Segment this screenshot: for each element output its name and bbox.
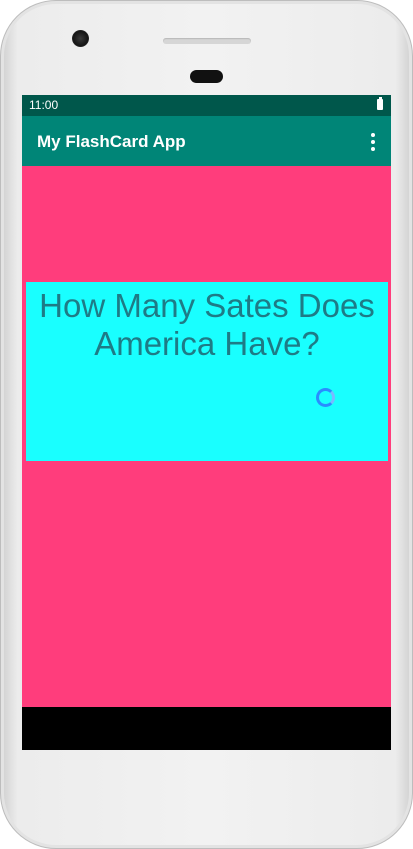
- battery-full-icon: [377, 97, 383, 110]
- status-time: 11:00: [29, 98, 59, 112]
- device-screen: 11:00 My FlashCard App How Many Sates Do…: [22, 95, 391, 750]
- loading-spinner-icon: [316, 388, 335, 407]
- flashcard-question: How Many Sates Does America Have?: [39, 287, 375, 362]
- earpiece: [190, 70, 223, 83]
- main-content: How Many Sates Does America Have?: [22, 166, 391, 750]
- app-title: My FlashCard App: [37, 132, 186, 151]
- app-bar: My FlashCard App: [22, 116, 391, 166]
- more-vert-icon[interactable]: [369, 133, 377, 151]
- phone-frame: 11:00 My FlashCard App How Many Sates Do…: [0, 0, 413, 849]
- speaker-grille: [163, 38, 251, 44]
- front-camera: [72, 30, 89, 47]
- status-bar: 11:00: [22, 95, 391, 116]
- navigation-bar: [22, 707, 391, 750]
- flashcard[interactable]: How Many Sates Does America Have?: [26, 282, 388, 461]
